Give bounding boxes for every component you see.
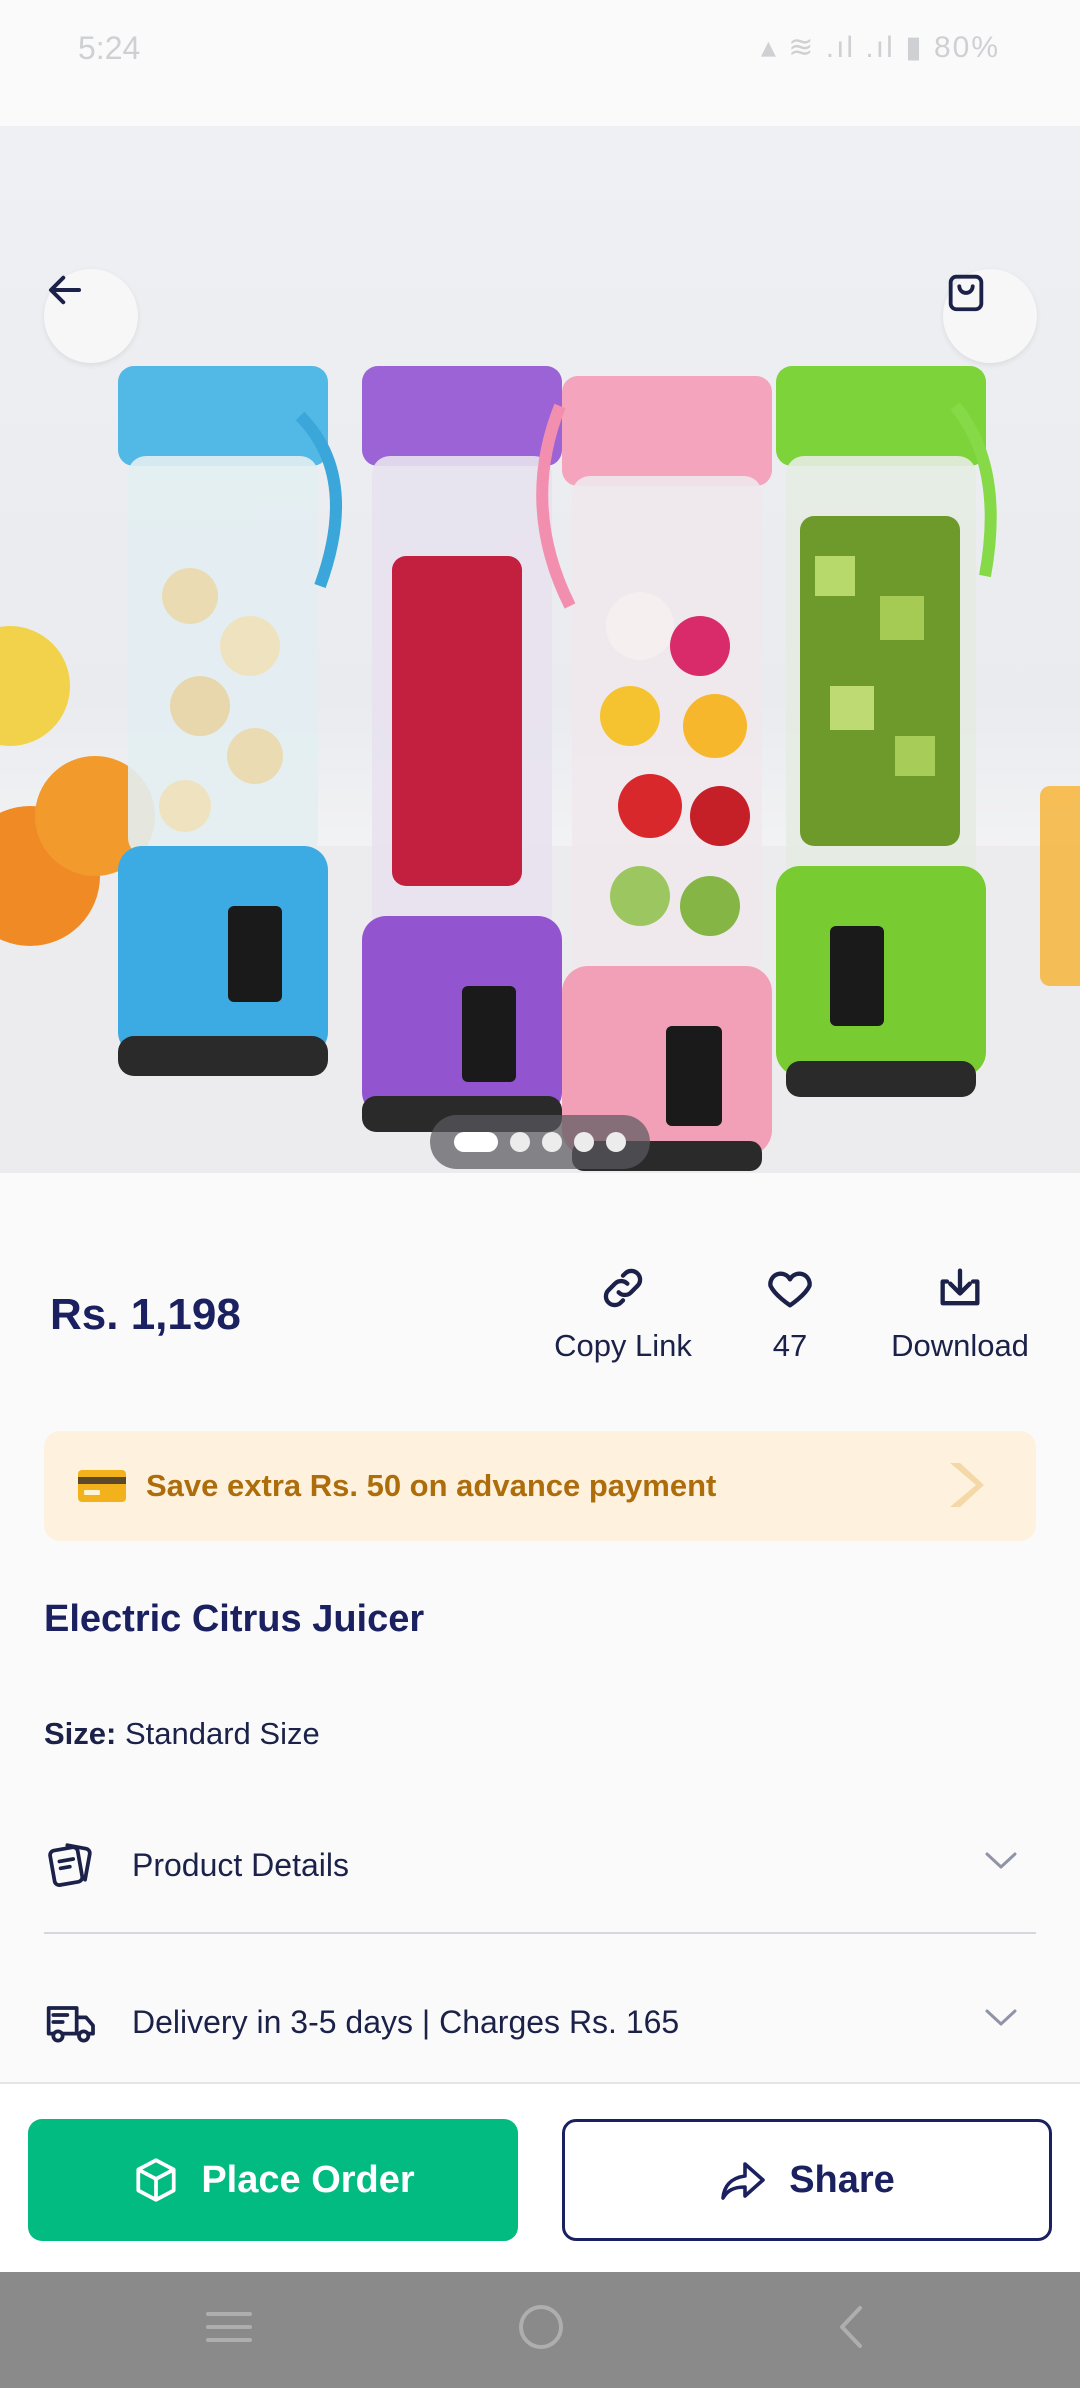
- delivery-truck-icon: [46, 2006, 95, 2043]
- place-order-label: Place Order: [201, 2158, 415, 2201]
- carousel-dot[interactable]: [454, 1132, 498, 1152]
- delivery-label: Delivery in 3-5 days | Charges Rs. 165: [132, 2003, 680, 2040]
- product-price: Rs. 1,198: [50, 1290, 241, 1339]
- download-button[interactable]: Download: [880, 1262, 1040, 1364]
- product-details-label: Product Details: [132, 1846, 349, 1883]
- carousel-dot[interactable]: [542, 1132, 562, 1152]
- details-card-icon: [48, 1843, 92, 1887]
- copy-link-button[interactable]: Copy Link: [548, 1262, 698, 1364]
- product-photo: [0, 366, 1080, 1173]
- download-label: Download: [891, 1328, 1029, 1363]
- home-icon[interactable]: [516, 2302, 566, 2352]
- share-button[interactable]: Share: [562, 2119, 1052, 2241]
- share-arrow-icon: [721, 2162, 765, 2200]
- link-icon: [603, 1268, 643, 1308]
- status-bar: 5:24 ▴ ≋ .ıl .ıl ▮ 80%: [0, 0, 1080, 126]
- nav-back-icon[interactable]: [828, 2302, 878, 2352]
- like-button[interactable]: 47: [740, 1262, 840, 1364]
- product-image-carousel[interactable]: [0, 126, 1080, 1173]
- back-button[interactable]: [44, 269, 138, 363]
- product-details-accordion[interactable]: Product Details: [44, 1820, 1036, 1910]
- shopping-bag-icon: [948, 274, 984, 312]
- chevron-down-icon: [985, 1852, 1017, 1869]
- size-row: Size: Standard Size: [44, 1716, 320, 1752]
- package-icon: [136, 2158, 176, 2202]
- divider: [44, 1932, 1036, 1934]
- credit-card-icon: [78, 1470, 126, 1502]
- cart-button[interactable]: [943, 269, 1037, 363]
- recent-apps-icon[interactable]: [204, 2302, 254, 2352]
- promo-text: Save extra Rs. 50 on advance payment: [146, 1468, 717, 1503]
- advance-payment-banner[interactable]: Save extra Rs. 50 on advance payment: [44, 1431, 1036, 1541]
- like-count: 47: [772, 1328, 808, 1363]
- chevron-down-icon: [985, 2009, 1017, 2026]
- share-label: Share: [789, 2158, 895, 2201]
- product-title: Electric Citrus Juicer: [44, 1598, 425, 1640]
- carousel-dot[interactable]: [510, 1132, 530, 1152]
- heart-icon: [768, 1271, 812, 1308]
- carousel-indicator[interactable]: [430, 1115, 650, 1169]
- delivery-accordion[interactable]: Delivery in 3-5 days | Charges Rs. 165: [44, 1977, 1036, 2067]
- chevron-right-icon: [950, 1463, 984, 1507]
- size-value: Standard Size: [124, 1716, 320, 1751]
- status-battery: ▴ ≋ .ıl .ıl ▮ 80%: [760, 31, 1000, 64]
- download-icon: [940, 1268, 980, 1306]
- system-nav-bar: [0, 2272, 1080, 2388]
- status-time: 5:24: [78, 30, 141, 66]
- place-order-button[interactable]: Place Order: [28, 2119, 518, 2241]
- size-label: Size:: [44, 1716, 117, 1751]
- carousel-dot[interactable]: [574, 1132, 594, 1152]
- arrow-left-icon: [48, 275, 82, 305]
- carousel-dot[interactable]: [606, 1132, 626, 1152]
- copy-link-label: Copy Link: [554, 1328, 692, 1363]
